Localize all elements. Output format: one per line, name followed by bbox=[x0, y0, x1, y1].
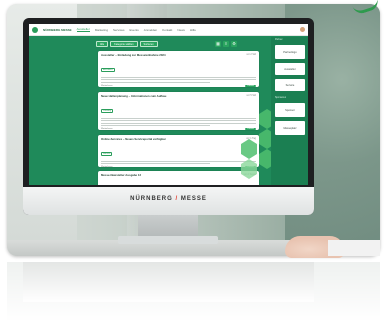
card-footer: Weiterlesen Details bbox=[101, 84, 256, 87]
sidebar-card-text: Partnerlogo bbox=[283, 50, 297, 54]
sidebar-label-sponsors: Sponsoren bbox=[275, 97, 287, 99]
sidebar-partner-card[interactable]: Partnerlogo bbox=[275, 45, 305, 59]
app-logo-icon[interactable] bbox=[32, 26, 38, 33]
grid-view-icon[interactable]: ▦ bbox=[215, 41, 221, 47]
nav-item-events[interactable]: Events bbox=[130, 28, 139, 32]
monitor-screen: NÜRNBERG MESSE Aussteller Marketing Serv… bbox=[29, 24, 308, 185]
card-footer-link[interactable]: Weiterlesen bbox=[101, 128, 113, 130]
card-text-line bbox=[101, 163, 210, 164]
app-title: NÜRNBERG MESSE bbox=[43, 27, 72, 32]
sidebar-venue-card[interactable]: Messeplatz bbox=[275, 121, 305, 135]
card-footer: Weiterlesen Details bbox=[101, 166, 256, 168]
brand-right: MESSE bbox=[180, 196, 207, 202]
sidebar-card-text: Aussteller bbox=[284, 67, 296, 71]
list-view-icon[interactable]: ≡ bbox=[223, 41, 229, 47]
card-meta: vor 5 Std bbox=[246, 94, 256, 97]
brand-slash-icon: / bbox=[175, 196, 179, 202]
card-text-line bbox=[101, 122, 256, 124]
settings-icon[interactable]: ⚙ bbox=[231, 41, 237, 47]
monitor-brand: NÜRNBERG / MESSE bbox=[23, 196, 314, 202]
card-details-button[interactable]: Details bbox=[245, 84, 256, 87]
list-item[interactable]: Aussteller – Einladung zur Messeteilnahm… bbox=[98, 51, 259, 87]
sidebar-card-text: Messeplatz bbox=[283, 126, 297, 130]
app-topbar: NÜRNBERG MESSE Aussteller Marketing Serv… bbox=[29, 24, 308, 36]
nav-item-news[interactable]: News bbox=[177, 28, 185, 32]
sidebar-card-text: Sponsor bbox=[285, 108, 295, 112]
nav-item-contact[interactable]: Kontakt bbox=[162, 28, 172, 32]
right-sidebar: Partner Partnerlogo Aussteller Service S… bbox=[271, 37, 308, 185]
nav-item-marketing[interactable]: Marketing bbox=[95, 28, 108, 32]
brand-left: NÜRNBERG bbox=[130, 196, 173, 202]
sidebar-exhibitor-card[interactable]: Aussteller bbox=[275, 63, 305, 75]
nav-item-services[interactable]: Services bbox=[113, 28, 125, 32]
card-title: Messe-Newsletter Ausgabe 12 bbox=[101, 173, 142, 177]
list-item[interactable]: Messe-Newsletter Ausgabe 12 vor 2 Tagen bbox=[98, 171, 259, 185]
user-avatar[interactable] bbox=[300, 27, 305, 32]
card-footer-link[interactable]: Weiterlesen bbox=[101, 166, 113, 168]
filter-chip-all[interactable]: Alle bbox=[96, 41, 109, 47]
card-title: Aussteller – Einladung zur Messeteilnahm… bbox=[101, 53, 166, 57]
card-tag[interactable]: Aussteller bbox=[101, 68, 115, 72]
card-text-line bbox=[101, 160, 256, 162]
filter-chip-sort[interactable]: Sortieren bbox=[139, 41, 158, 47]
list-item[interactable]: Neue Hallenplanung – Informationen zum A… bbox=[98, 92, 259, 130]
person-sleeve bbox=[328, 240, 380, 256]
monitor-chin: NÜRNBERG / MESSE bbox=[23, 187, 314, 215]
card-text-line bbox=[101, 76, 256, 78]
card-text-line bbox=[101, 81, 210, 83]
card-footer: Weiterlesen Details bbox=[101, 128, 256, 130]
card-tag[interactable]: Service bbox=[101, 152, 113, 156]
nav-item-help[interactable]: Hilfe bbox=[190, 28, 196, 32]
monitor-stand-foot bbox=[118, 236, 218, 244]
card-title: Online-Services – Neues Serviceportal ve… bbox=[101, 137, 166, 141]
card-text-line bbox=[101, 120, 256, 121]
reflection-monitor bbox=[23, 262, 314, 302]
card-footer-link[interactable]: Weiterlesen bbox=[101, 85, 113, 87]
sidebar-label-partner: Partner bbox=[275, 39, 283, 41]
card-meta: vor 2 Std bbox=[246, 53, 256, 56]
filter-toolbar: Alle Kategorie wählen Sortieren bbox=[96, 40, 158, 48]
filter-chip-category[interactable]: Kategorie wählen bbox=[110, 41, 138, 47]
card-text-line bbox=[101, 125, 210, 126]
card-title: Neue Hallenplanung – Informationen zum A… bbox=[101, 94, 167, 98]
list-item[interactable]: Online-Services – Neues Serviceportal ve… bbox=[98, 135, 259, 168]
sidebar-service-card[interactable]: Service bbox=[275, 79, 305, 91]
sidebar-sponsor-card[interactable]: Sponsor bbox=[275, 103, 305, 117]
nav-item-exhibitors[interactable]: Aussteller bbox=[76, 27, 90, 32]
desk-reflection bbox=[7, 262, 380, 320]
sidebar-card-text: Service bbox=[285, 83, 295, 87]
card-tag[interactable]: Planung bbox=[101, 109, 114, 113]
nav-item-register[interactable]: Anmelden bbox=[144, 28, 158, 32]
card-text-line bbox=[101, 79, 256, 80]
card-text-line bbox=[101, 117, 256, 119]
